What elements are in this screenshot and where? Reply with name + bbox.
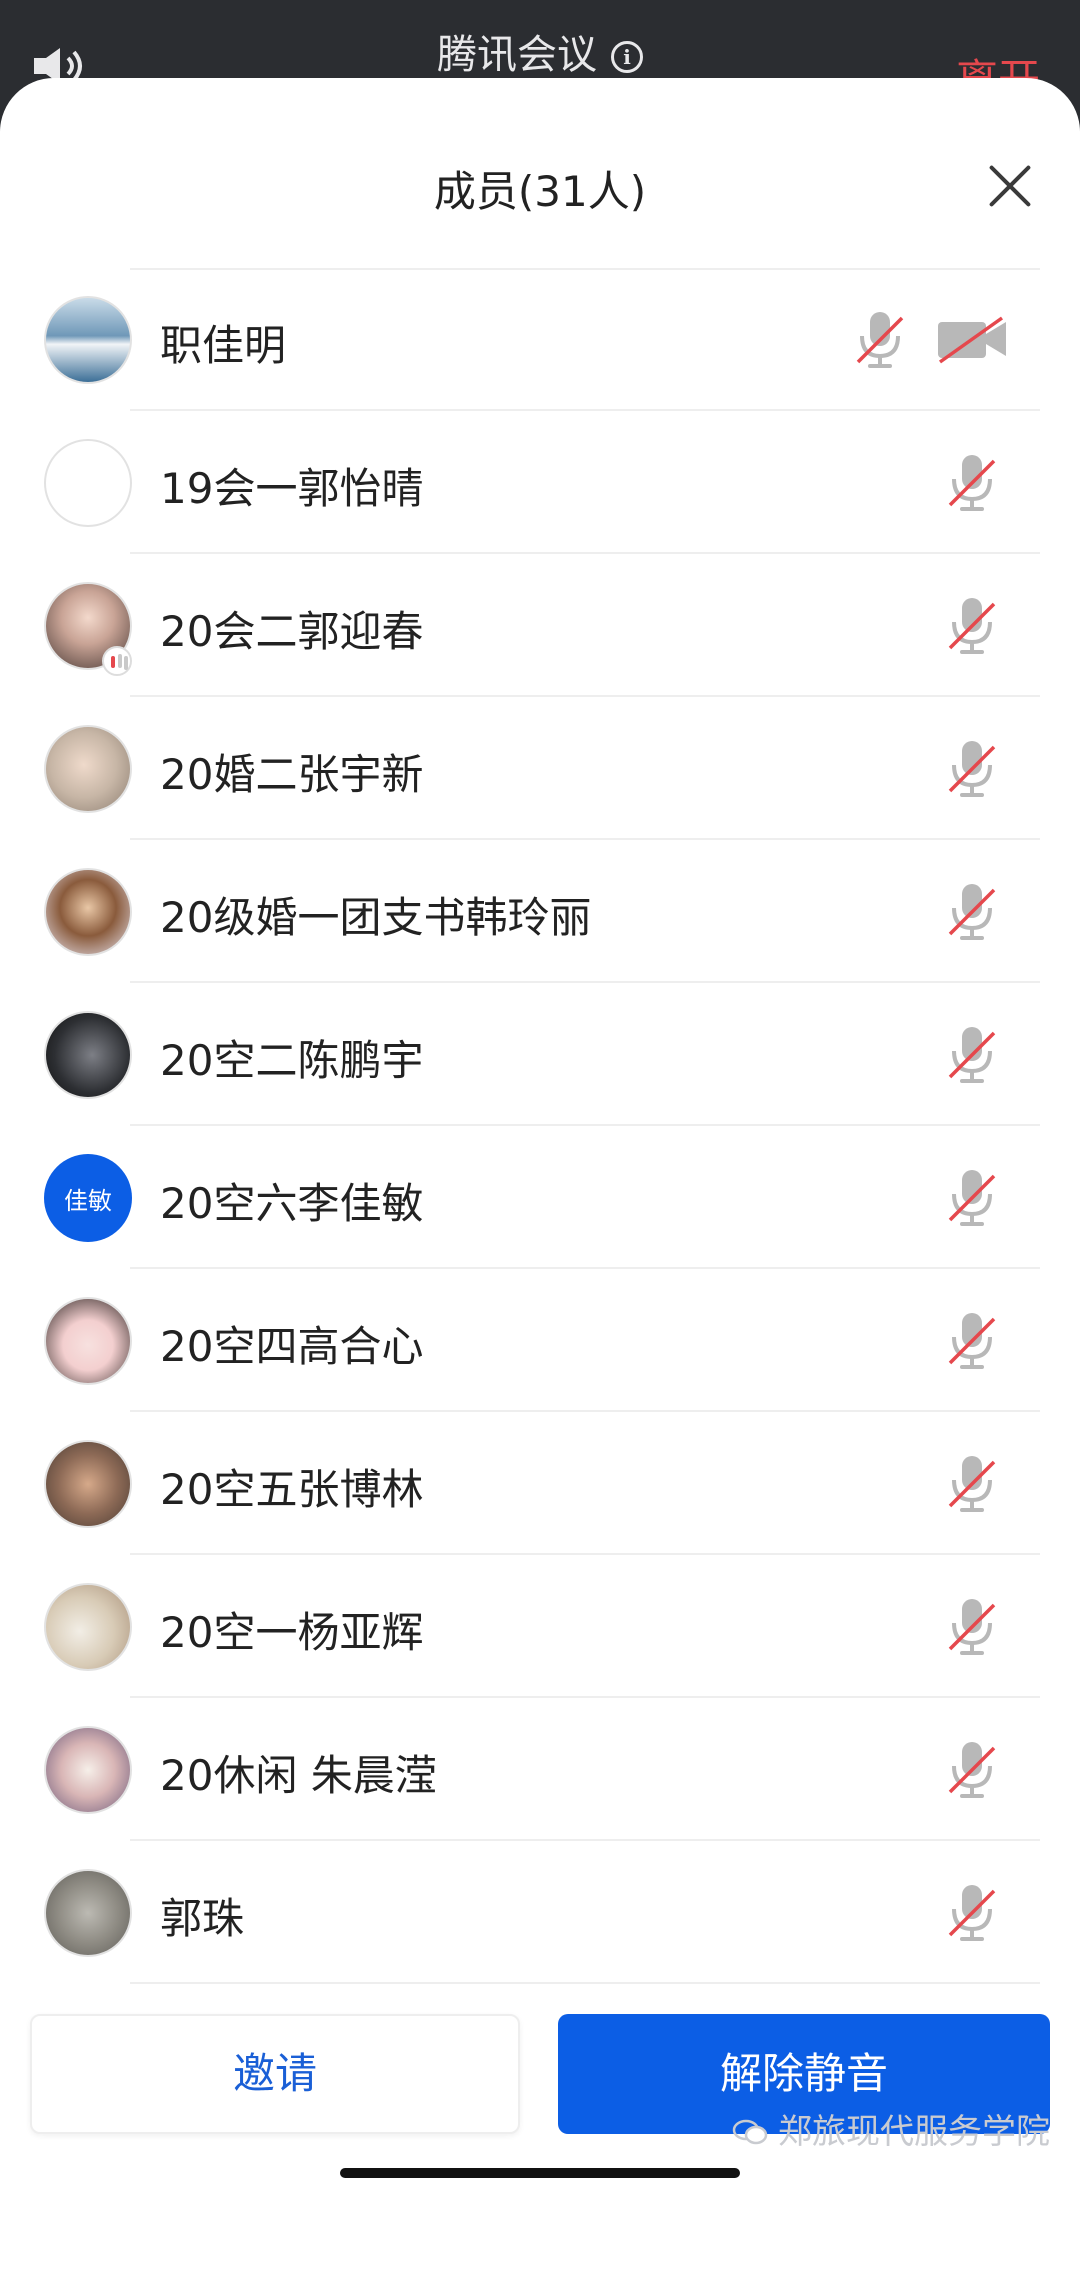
member-row[interactable]: 佳敏 20空六李佳敏: [0, 1126, 1080, 1269]
member-name: 20空五张博林: [160, 1465, 424, 1514]
member-name: 20级婚一团支书韩玲丽: [160, 893, 592, 942]
app-title-text: 腾讯会议: [437, 32, 597, 78]
member-list: 职佳明 19会一郭怡晴 20会二郭迎春 20婚二张宇新 20级婚一团支书韩玲丽 20空二陈…: [0, 268, 1080, 1984]
member-row[interactable]: 20空四高合心: [0, 1269, 1080, 1412]
member-name: 20会二郭迎春: [160, 607, 424, 656]
audio-level-icon: [102, 646, 132, 676]
member-row[interactable]: 20空五张博林: [0, 1412, 1080, 1555]
wechat-icon: [732, 2119, 768, 2145]
mic-muted-icon[interactable]: [944, 451, 1000, 515]
camera-off-icon[interactable]: [936, 314, 1010, 364]
mic-muted-icon[interactable]: [944, 1452, 1000, 1516]
member-row[interactable]: 职佳明: [0, 268, 1080, 411]
member-name: 20空六李佳敏: [160, 1179, 424, 1228]
mic-muted-icon[interactable]: [944, 737, 1000, 801]
avatar-initials: 佳敏: [64, 1186, 112, 1215]
watermark: 郑旅现代服务学院: [732, 2104, 1050, 2153]
mic-muted-icon[interactable]: [944, 1738, 1000, 1802]
member-name: 郭珠: [160, 1894, 245, 1943]
member-row[interactable]: 19会一郭怡晴: [0, 411, 1080, 554]
divider: [130, 1982, 1040, 1984]
member-row[interactable]: 郭珠: [0, 1841, 1080, 1984]
info-icon[interactable]: i: [611, 41, 643, 73]
avatar: [44, 1297, 132, 1385]
home-indicator[interactable]: [340, 2168, 740, 2178]
mic-muted-icon[interactable]: [944, 1166, 1000, 1230]
mic-muted-icon[interactable]: [944, 1023, 1000, 1087]
avatar: [44, 1869, 132, 1957]
mic-muted-icon[interactable]: [944, 1595, 1000, 1659]
member-name: 20休闲 朱晨滢: [160, 1751, 437, 1800]
avatar: [44, 1726, 132, 1814]
member-name: 20空一杨亚辉: [160, 1608, 424, 1657]
avatar: [44, 868, 132, 956]
avatar: [44, 439, 132, 527]
invite-button[interactable]: 邀请: [30, 2014, 520, 2134]
close-icon[interactable]: [986, 162, 1034, 210]
watermark-text: 郑旅现代服务学院: [778, 2112, 1050, 2152]
mic-muted-icon[interactable]: [944, 1881, 1000, 1945]
avatar: [44, 296, 132, 384]
mic-muted-icon[interactable]: [944, 1309, 1000, 1373]
members-sheet: 成员(31人) 职佳明 19会一郭怡晴 20会二郭迎春 20婚二张宇新 20级婚一团支书…: [0, 78, 1080, 2274]
member-row[interactable]: 20级婚一团支书韩玲丽: [0, 840, 1080, 983]
mic-muted-icon[interactable]: [944, 880, 1000, 944]
member-name: 20婚二张宇新: [160, 750, 424, 799]
member-row[interactable]: 20空二陈鹏宇: [0, 983, 1080, 1126]
avatar: [44, 725, 132, 813]
member-row[interactable]: 20空一杨亚辉: [0, 1555, 1080, 1698]
avatar: [44, 1011, 132, 1099]
member-row[interactable]: 20会二郭迎春: [0, 554, 1080, 697]
avatar: [44, 1440, 132, 1528]
member-row[interactable]: 20婚二张宇新: [0, 697, 1080, 840]
avatar: [44, 1583, 132, 1671]
avatar: 佳敏: [44, 1154, 132, 1242]
sheet-title: 成员(31人): [433, 167, 647, 216]
mic-muted-icon[interactable]: [944, 594, 1000, 658]
member-name: 19会一郭怡晴: [160, 464, 424, 513]
member-name: 20空四高合心: [160, 1322, 424, 1371]
app-title: 腾讯会议 i: [0, 22, 1080, 80]
member-name: 20空二陈鹏宇: [160, 1036, 424, 1085]
member-name: 职佳明: [160, 321, 287, 370]
member-row[interactable]: 20休闲 朱晨滢: [0, 1698, 1080, 1841]
mic-muted-icon[interactable]: [852, 308, 908, 372]
